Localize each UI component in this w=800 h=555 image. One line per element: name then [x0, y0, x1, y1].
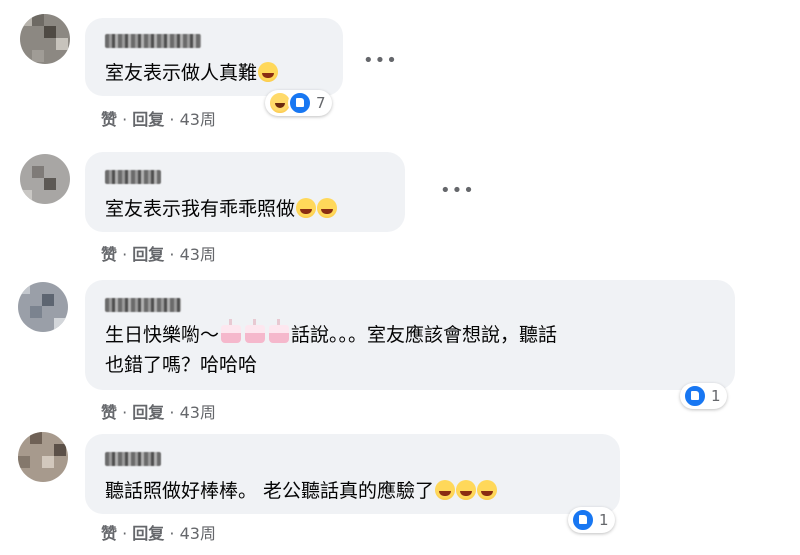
birthday-cake-icon: [269, 319, 290, 343]
reply-button[interactable]: 回复: [132, 403, 164, 422]
commenter-name[interactable]: [105, 298, 181, 312]
comment-text-line-2: 也錯了嗎？哈哈哈: [105, 354, 258, 376]
timestamp[interactable]: 43周: [180, 245, 216, 264]
timestamp[interactable]: 43周: [180, 524, 216, 543]
reaction-summary[interactable]: 7: [265, 90, 332, 116]
commenter-name[interactable]: [105, 452, 161, 466]
reaction-summary[interactable]: 1: [680, 383, 727, 409]
comment-text-line-1: 生日快樂喲～ 話說。。。室友應該會想說，聽話: [105, 319, 558, 346]
birthday-cake-icon: [245, 319, 266, 343]
rolling-laughing-emoji-icon: [477, 480, 498, 500]
comment-actions: 赞 · 回复 · 43周: [101, 403, 216, 422]
like-reaction-icon: [288, 91, 312, 115]
avatar[interactable]: [18, 282, 68, 332]
comment-1: 室友表示做人真難 ••• 7 赞 · 回复 · 43周: [0, 0, 800, 140]
comment-actions: 赞 · 回复 · 43周: [101, 110, 216, 129]
like-button[interactable]: 赞: [101, 524, 117, 543]
reaction-count: 1: [599, 511, 609, 529]
timestamp[interactable]: 43周: [180, 403, 216, 422]
comment-text: 聽話照做好棒棒。 老公聽話真的應驗了: [105, 476, 498, 506]
birthday-cake-icon: [221, 319, 242, 343]
like-button[interactable]: 赞: [101, 110, 117, 129]
reply-button[interactable]: 回复: [132, 524, 164, 543]
commenter-name[interactable]: [105, 170, 161, 184]
more-options-icon[interactable]: •••: [363, 52, 397, 70]
reaction-summary[interactable]: 1: [568, 507, 615, 533]
like-button[interactable]: 赞: [101, 245, 117, 264]
reply-button[interactable]: 回复: [132, 110, 164, 129]
like-reaction-icon: [571, 508, 595, 532]
comment-actions: 赞 · 回复 · 43周: [101, 524, 216, 543]
comment-text: 室友表示我有乖乖照做: [105, 194, 338, 224]
commenter-name[interactable]: [105, 34, 201, 48]
rolling-laughing-emoji-icon: [435, 480, 456, 500]
comment-bubble: 室友表示我有乖乖照做: [85, 152, 405, 232]
reaction-count: 1: [711, 387, 721, 405]
comment-bubble: 聽話照做好棒棒。 老公聽話真的應驗了: [85, 434, 620, 514]
like-reaction-icon: [683, 384, 707, 408]
comment-text: 室友表示做人真難: [105, 58, 279, 88]
reply-button[interactable]: 回复: [132, 245, 164, 264]
avatar[interactable]: [20, 14, 70, 64]
avatar[interactable]: [18, 432, 68, 482]
timestamp[interactable]: 43周: [180, 110, 216, 129]
reaction-count: 7: [316, 94, 326, 112]
laughing-crying-emoji-icon: [317, 198, 338, 218]
comment-bubble: 生日快樂喲～ 話說。。。室友應該會想說，聽話 也錯了嗎？哈哈哈: [85, 280, 735, 390]
comment-2: 室友表示我有乖乖照做 ••• 赞 · 回复 · 43周: [0, 140, 800, 270]
like-button[interactable]: 赞: [101, 403, 117, 422]
laughing-crying-emoji-icon: [258, 62, 279, 82]
comment-3: 生日快樂喲～ 話說。。。室友應該會想說，聽話 也錯了嗎？哈哈哈 1 赞 · 回复 …: [0, 270, 800, 430]
avatar[interactable]: [20, 154, 70, 204]
more-options-icon[interactable]: •••: [440, 182, 474, 200]
comment-bubble: 室友表示做人真難: [85, 18, 343, 96]
rolling-laughing-emoji-icon: [456, 480, 477, 500]
laughing-crying-emoji-icon: [296, 198, 317, 218]
comment-actions: 赞 · 回复 · 43周: [101, 245, 216, 264]
comment-4: 聽話照做好棒棒。 老公聽話真的應驗了 1 赞 · 回复 · 43周: [0, 430, 800, 555]
